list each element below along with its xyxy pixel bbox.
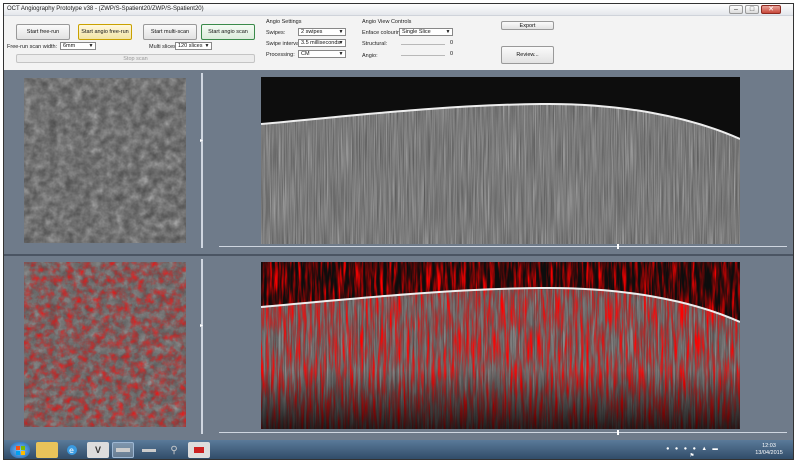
close-icon[interactable]: ✕ bbox=[761, 5, 781, 14]
swipe-interval-label: Swipe interval: bbox=[266, 41, 302, 47]
start-multi-scan-button[interactable]: Start multi-scan bbox=[143, 24, 197, 40]
svg-text:e: e bbox=[69, 446, 74, 455]
chevron-down-icon: ▼ bbox=[338, 51, 344, 57]
title-bar: OCT Angiography Prototype v38 - (ZWP/S-S… bbox=[4, 4, 793, 16]
swipes-select[interactable]: 2 swipes ▼ bbox=[298, 28, 346, 36]
scanner-icon[interactable] bbox=[138, 442, 160, 458]
app-window: OCT Angiography Prototype v38 - (ZWP/S-S… bbox=[3, 3, 794, 460]
structural-value: 0 bbox=[449, 40, 453, 46]
free-run-scan-width-label: Free-run scan width: bbox=[7, 44, 58, 50]
microscope-icon[interactable]: ⚲ bbox=[163, 442, 185, 458]
slice-vertical-scrollbar[interactable] bbox=[201, 73, 203, 248]
maximize-icon[interactable]: □ bbox=[745, 5, 759, 14]
ie-browser-icon[interactable]: e bbox=[61, 442, 83, 458]
start-free-run-button[interactable]: Start free-run bbox=[16, 24, 70, 40]
windows-start-icon[interactable] bbox=[10, 442, 30, 458]
chevron-down-icon: ▼ bbox=[338, 40, 344, 46]
angio-value: 0 bbox=[449, 51, 453, 57]
clock-time: 12:03 bbox=[762, 443, 776, 449]
enface-structural-panel: ▸ bbox=[4, 70, 208, 253]
scrollbar-thumb[interactable] bbox=[616, 430, 619, 435]
swipes-label: Swipes: bbox=[266, 30, 286, 36]
taskbar: e V ⚲ ● ● ● ● ▲ ▬ ⚑ 12:03 13/04/2015 bbox=[4, 440, 793, 459]
enface-colouring-select[interactable]: Single Slice ▼ bbox=[399, 28, 453, 36]
start-angio-free-run-button[interactable]: Start angio free-run bbox=[78, 24, 132, 40]
processing-select[interactable]: CM ▼ bbox=[298, 50, 346, 58]
enface-angio-panel: ▸ bbox=[4, 256, 208, 440]
slice-marker-icon[interactable]: ▸ bbox=[200, 322, 203, 329]
window-title: OCT Angiography Prototype v38 - (ZWP/S-S… bbox=[7, 6, 204, 12]
oct-app-icon[interactable] bbox=[112, 442, 134, 458]
image-area: ▸ ▸ bbox=[4, 70, 793, 440]
chevron-down-icon: ▼ bbox=[338, 29, 344, 35]
file-explorer-icon[interactable] bbox=[36, 442, 58, 458]
slider-track bbox=[401, 55, 445, 56]
multi-slices-select[interactable]: 120 slices ▼ bbox=[175, 42, 212, 50]
slider-track bbox=[401, 44, 445, 45]
export-button[interactable]: Export bbox=[501, 21, 554, 30]
bscan-angio-image bbox=[261, 262, 740, 429]
image-app-icon[interactable] bbox=[188, 442, 210, 458]
v-app-icon[interactable]: V bbox=[87, 442, 109, 458]
bscan-structural-panel bbox=[209, 70, 793, 253]
angio-settings-title: Angio Settings bbox=[266, 19, 302, 25]
angio-slider[interactable]: 0 bbox=[401, 51, 453, 59]
bscan-angio-panel bbox=[209, 256, 793, 440]
clock-date: 13/04/2015 bbox=[755, 450, 783, 456]
review-button[interactable]: Review... bbox=[501, 46, 554, 64]
scrollbar-thumb[interactable] bbox=[616, 244, 619, 249]
scrollbar-track bbox=[219, 432, 787, 433]
structural-slider[interactable]: 0 bbox=[401, 40, 453, 48]
multi-slices-label: Multi slices: bbox=[149, 44, 178, 50]
chevron-down-icon: ▼ bbox=[204, 43, 210, 49]
angio-label: Angio: bbox=[362, 53, 378, 59]
angio-view-controls-title: Angio View Controls bbox=[362, 19, 412, 25]
bottom-horizontal-scrollbar[interactable] bbox=[219, 430, 787, 435]
processing-label: Processing: bbox=[266, 52, 295, 58]
slice-vertical-scrollbar[interactable] bbox=[201, 259, 203, 434]
system-tray-icons[interactable]: ● ● ● ● ▲ ▬ ⚑ bbox=[662, 446, 724, 459]
slice-marker-icon[interactable]: ▸ bbox=[200, 137, 203, 144]
enface-angio-image bbox=[24, 262, 186, 427]
structural-label: Structural: bbox=[362, 41, 388, 47]
stop-scan-button[interactable]: Stop scan bbox=[16, 54, 255, 63]
swipe-interval-select[interactable]: 3.5 milliseconds ▼ bbox=[298, 39, 346, 47]
scrollbar-track bbox=[219, 246, 787, 247]
minimize-icon[interactable]: – bbox=[729, 5, 743, 14]
clock[interactable]: 12:03 13/04/2015 bbox=[749, 443, 789, 457]
chevron-down-icon: ▼ bbox=[445, 29, 451, 35]
enface-structural-image bbox=[24, 78, 186, 243]
start-angio-scan-button[interactable]: Start angio scan bbox=[201, 24, 255, 40]
chevron-down-icon: ▼ bbox=[88, 43, 94, 49]
top-horizontal-scrollbar[interactable] bbox=[219, 244, 787, 249]
free-run-scan-width-select[interactable]: 6mm ▼ bbox=[60, 42, 96, 50]
bscan-structural-image bbox=[261, 77, 740, 244]
